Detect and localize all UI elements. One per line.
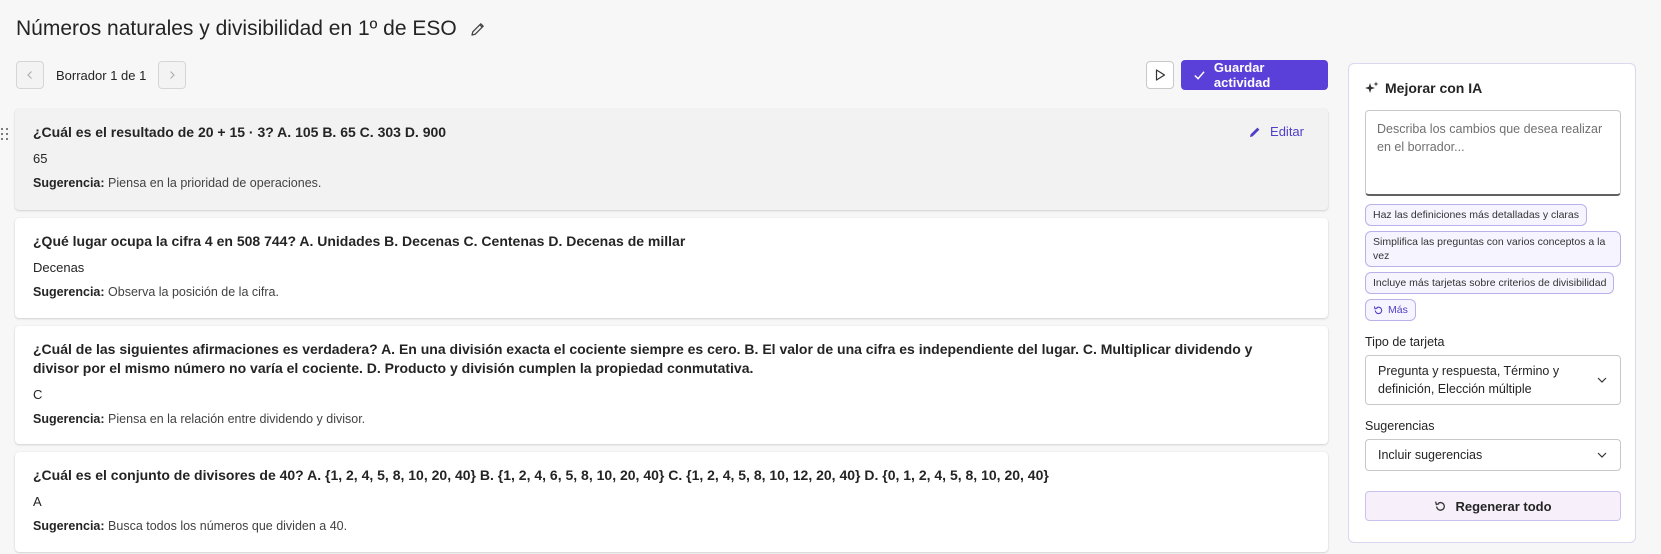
- card-hint-label: Sugerencia:: [33, 285, 105, 299]
- suggestion-chip[interactable]: Simplifica las preguntas con varios conc…: [1365, 231, 1621, 267]
- ai-panel-header: Mejorar con IA: [1365, 80, 1619, 96]
- edit-title-pencil-icon[interactable]: [469, 20, 487, 38]
- title-row: Números naturales y divisibilidad en 1º …: [16, 14, 487, 44]
- chevron-left-icon: [27, 71, 32, 79]
- ai-panel-title: Mejorar con IA: [1385, 80, 1483, 96]
- flashcard[interactable]: ¿Qué lugar ocupa la cifra 4 en 508 744? …: [15, 218, 1328, 318]
- card-answer: C: [33, 387, 43, 402]
- card-list: ¿Cuál es el resultado de 20 + 15 · 3? A.…: [15, 109, 1328, 554]
- card-answer: A: [33, 494, 42, 509]
- card-answer: Decenas: [33, 260, 85, 275]
- more-suggestions-button[interactable]: Más: [1365, 299, 1416, 321]
- drag-handle-icon[interactable]: [0, 127, 10, 141]
- card-hint: Sugerencia: Busca todos los números que …: [33, 518, 1310, 534]
- preview-play-button[interactable]: [1146, 61, 1174, 89]
- ai-improve-panel: Mejorar con IA Describa los cambios que …: [1348, 63, 1636, 543]
- sparkle-icon: [1365, 81, 1379, 93]
- page-title: Números naturales y divisibilidad en 1º …: [16, 17, 457, 40]
- card-question: ¿Cuál de las siguientes afirmaciones es …: [33, 341, 1253, 376]
- card-hint-text: Observa la posición de la cifra.: [108, 285, 279, 299]
- refresh-icon: [1373, 305, 1383, 314]
- card-hint: Sugerencia: Observa la posición de la ci…: [33, 284, 1310, 300]
- save-activity-button[interactable]: Guardar actividad: [1181, 60, 1328, 90]
- card-hint: Sugerencia: Piensa en la relación entre …: [33, 411, 1310, 427]
- card-question: ¿Cuál es el conjunto de divisores de 40?…: [33, 467, 1049, 483]
- toolbar: Borrador 1 de 1 Guardar actividad: [16, 60, 1328, 90]
- card-hint-text: Busca todos los números que dividen a 40…: [108, 519, 348, 533]
- regenerate-all-button[interactable]: Regenerar todo: [1365, 491, 1621, 521]
- card-hint-label: Sugerencia:: [33, 519, 105, 533]
- hints-dropdown[interactable]: Incluir sugerencias: [1365, 439, 1621, 471]
- chevron-down-icon: [1597, 452, 1607, 458]
- edit-card-label: Editar: [1270, 124, 1304, 139]
- draft-counter: Borrador 1 de 1: [56, 67, 147, 83]
- hints-value: Incluir sugerencias: [1378, 448, 1483, 462]
- play-icon: [1155, 69, 1166, 81]
- card-hint: Sugerencia: Piensa en la prioridad de op…: [33, 175, 1310, 191]
- flashcard[interactable]: ¿Cuál es el resultado de 20 + 15 · 3? A.…: [15, 109, 1328, 210]
- flashcard[interactable]: ¿Cuál es el conjunto de divisores de 40?…: [15, 452, 1328, 552]
- chevron-down-icon: [1597, 377, 1607, 383]
- hints-label: Sugerencias: [1365, 419, 1435, 433]
- card-hint-label: Sugerencia:: [33, 412, 105, 426]
- card-question: ¿Cuál es el resultado de 20 + 15 · 3? A.…: [33, 124, 447, 140]
- card-type-label: Tipo de tarjeta: [1365, 335, 1445, 349]
- flashcard[interactable]: ¿Cuál de las siguientes afirmaciones es …: [15, 326, 1328, 444]
- previous-draft-button[interactable]: [16, 61, 44, 89]
- suggestion-chip[interactable]: Haz las definiciones más detalladas y cl…: [1365, 204, 1588, 226]
- card-hint-text: Piensa en la relación entre dividendo y …: [108, 412, 366, 426]
- card-question: ¿Qué lugar ocupa la cifra 4 en 508 744? …: [33, 233, 686, 249]
- ai-prompt-input[interactable]: Describa los cambios que desea realizar …: [1365, 110, 1621, 196]
- checkmark-icon: [1194, 71, 1205, 80]
- card-hint-label: Sugerencia:: [33, 176, 105, 190]
- card-type-value: Pregunta y respuesta, Término y definici…: [1378, 364, 1560, 396]
- more-suggestions-label: Más: [1388, 304, 1408, 316]
- save-activity-label: Guardar actividad: [1213, 60, 1271, 90]
- card-answer: 65: [33, 151, 48, 166]
- refresh-icon: [1435, 500, 1446, 511]
- card-hint-text: Piensa en la prioridad de operaciones.: [108, 176, 322, 190]
- regenerate-all-label: Regenerar todo: [1455, 498, 1552, 514]
- pencil-icon: [1250, 127, 1260, 137]
- suggestion-chip[interactable]: Incluye más tarjetas sobre criterios de …: [1365, 272, 1615, 294]
- edit-card-button[interactable]: Editar: [1248, 124, 1304, 139]
- next-draft-button[interactable]: [158, 61, 187, 89]
- card-type-dropdown[interactable]: Pregunta y respuesta, Término y definici…: [1365, 355, 1621, 405]
- chevron-right-icon: [170, 71, 176, 79]
- suggestion-chips: Haz las definiciones más detalladas y cl…: [1365, 204, 1621, 321]
